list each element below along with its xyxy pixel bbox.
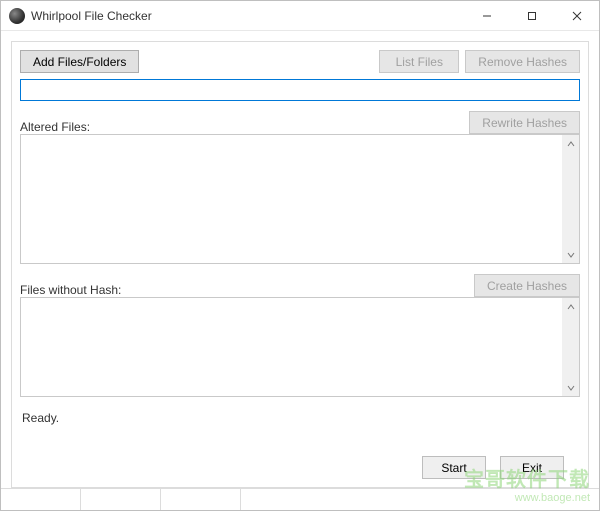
scroll-track[interactable] — [562, 152, 579, 246]
altered-files-label: Altered Files: — [20, 120, 463, 134]
scroll-down-icon[interactable] — [562, 379, 579, 396]
altered-files-list[interactable] — [20, 134, 580, 264]
scroll-track[interactable] — [562, 315, 579, 379]
titlebar: Whirlpool File Checker — [1, 1, 599, 31]
minimize-button[interactable] — [464, 2, 509, 30]
close-button[interactable] — [554, 2, 599, 30]
maximize-button[interactable] — [509, 2, 554, 30]
files-without-hash-list[interactable] — [20, 297, 580, 397]
status-bar — [1, 488, 599, 510]
bottom-buttons: Start Exit — [422, 456, 564, 479]
status-segment — [81, 489, 161, 510]
main-panel: Add Files/Folders List Files Remove Hash… — [11, 41, 589, 488]
status-segment — [161, 489, 241, 510]
scroll-up-icon[interactable] — [562, 298, 579, 315]
start-button[interactable]: Start — [422, 456, 486, 479]
files-without-hash-label: Files without Hash: — [20, 283, 468, 297]
app-window: Whirlpool File Checker Add Files/Folders… — [0, 0, 600, 511]
path-input[interactable] — [20, 79, 580, 101]
add-files-button[interactable]: Add Files/Folders — [20, 50, 139, 73]
scroll-up-icon[interactable] — [562, 135, 579, 152]
list-files-button[interactable]: List Files — [379, 50, 459, 73]
nohash-header: Files without Hash: Create Hashes — [20, 274, 580, 297]
create-hashes-button[interactable]: Create Hashes — [474, 274, 580, 297]
app-icon — [9, 8, 25, 24]
toolbar-row: Add Files/Folders List Files Remove Hash… — [20, 50, 580, 73]
altered-header: Altered Files: Rewrite Hashes — [20, 111, 580, 134]
altered-scrollbar[interactable] — [562, 135, 579, 263]
status-text: Ready. — [20, 407, 580, 431]
remove-hashes-button[interactable]: Remove Hashes — [465, 50, 580, 73]
exit-button[interactable]: Exit — [500, 456, 564, 479]
client-area: Add Files/Folders List Files Remove Hash… — [1, 31, 599, 488]
scroll-down-icon[interactable] — [562, 246, 579, 263]
nohash-scrollbar[interactable] — [562, 298, 579, 396]
status-segment — [1, 489, 81, 510]
rewrite-hashes-button[interactable]: Rewrite Hashes — [469, 111, 580, 134]
window-title: Whirlpool File Checker — [31, 9, 464, 23]
